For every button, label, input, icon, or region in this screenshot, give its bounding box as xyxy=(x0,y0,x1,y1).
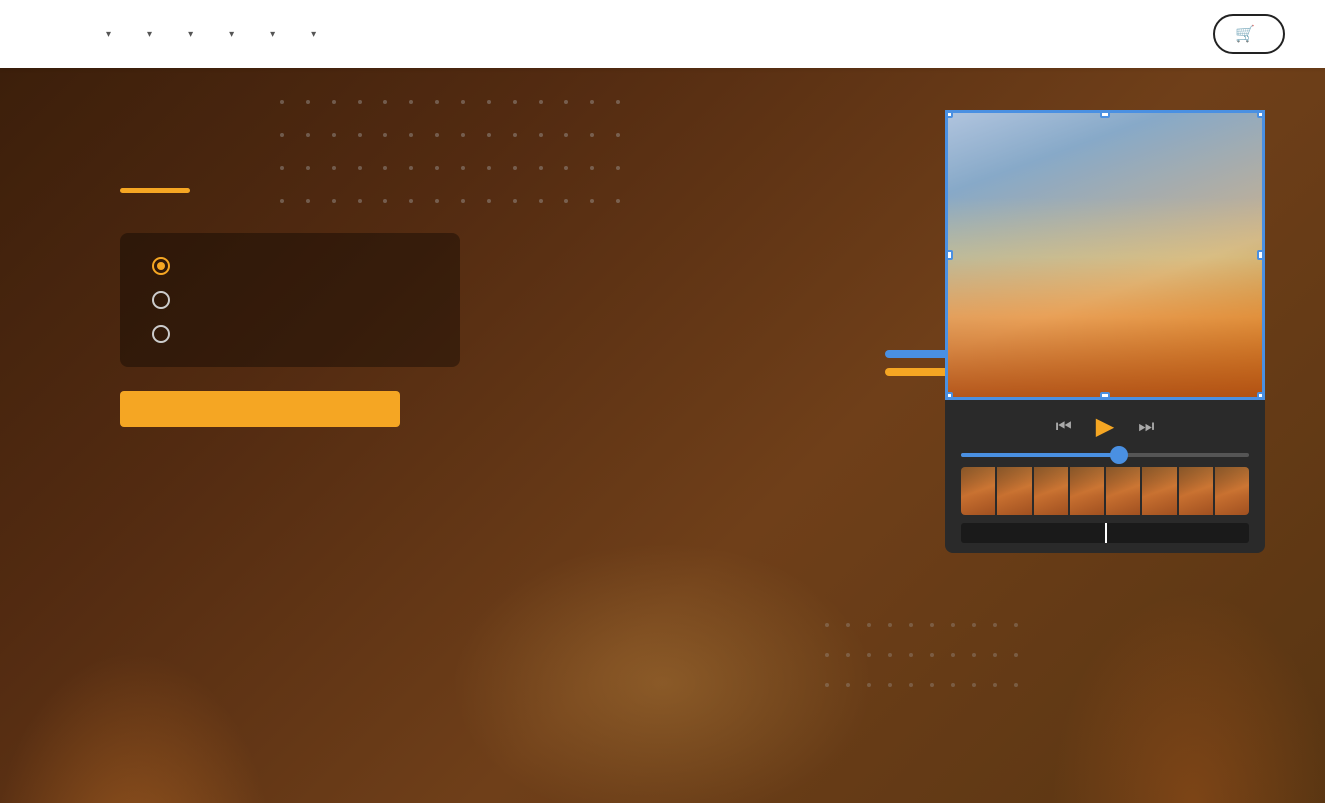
resize-handle-tl[interactable] xyxy=(945,110,953,118)
hero-section: const dp = document.querySelector('.dots… xyxy=(0,0,1325,803)
cart-icon: 🛒 xyxy=(1235,24,1255,44)
scrubber-thumb[interactable] xyxy=(1110,446,1128,464)
resize-handle-mr[interactable] xyxy=(1257,250,1265,260)
main-nav: ▾ ▾ ▾ ▾ ▾ ▾ xyxy=(88,20,1213,48)
player-panel: ⏮ ▶ ⏭ xyxy=(945,398,1265,553)
editor-preview: ⏮ ▶ ⏭ xyxy=(945,110,1265,553)
resize-handle-br[interactable] xyxy=(1257,392,1265,400)
nav-multimedia[interactable]: ▾ xyxy=(252,20,289,48)
buy-now-button[interactable] xyxy=(120,391,400,427)
frame-crowd xyxy=(948,197,1262,397)
scrubber-track[interactable] xyxy=(961,453,1249,457)
pricing-monthly[interactable] xyxy=(152,257,428,275)
scrubber-fill xyxy=(961,453,1119,457)
film-cell xyxy=(1034,467,1068,515)
preview-frame xyxy=(945,110,1265,400)
pricing-lifetime[interactable] xyxy=(152,325,428,343)
store-button[interactable]: 🛒 xyxy=(1213,14,1285,54)
chevron-down-icon: ▾ xyxy=(147,29,152,40)
audio-waveform xyxy=(961,523,1249,543)
player-controls: ⏮ ▶ ⏭ xyxy=(961,412,1249,441)
resize-handle-tr[interactable] xyxy=(1257,110,1265,118)
nav-recovery[interactable]: ▾ xyxy=(88,20,125,48)
film-cell xyxy=(961,467,995,515)
radio-yearly[interactable] xyxy=(152,291,170,309)
resize-handle-tm[interactable] xyxy=(1100,110,1110,118)
film-cell xyxy=(1179,467,1213,515)
film-cell xyxy=(1070,467,1104,515)
chevron-down-icon: ▾ xyxy=(229,29,234,40)
chevron-down-icon: ▾ xyxy=(311,29,316,40)
radio-monthly[interactable] xyxy=(152,257,170,275)
film-cell xyxy=(1142,467,1176,515)
chevron-down-icon: ▾ xyxy=(270,29,275,40)
prev-frame-button[interactable]: ⏮ xyxy=(1056,416,1072,437)
film-cell xyxy=(1215,467,1249,515)
nav-backup[interactable]: ▾ xyxy=(129,20,166,48)
chevron-down-icon: ▾ xyxy=(188,29,193,40)
nav-utilities[interactable]: ▾ xyxy=(293,20,330,48)
pricing-box xyxy=(120,233,460,367)
play-button[interactable]: ▶ xyxy=(1096,412,1114,441)
site-header: ▾ ▾ ▾ ▾ ▾ ▾ 🛒 xyxy=(0,0,1325,68)
film-cell xyxy=(997,467,1031,515)
playhead xyxy=(1105,523,1107,543)
chevron-down-icon: ▾ xyxy=(106,29,111,40)
hero-tagline xyxy=(120,128,760,172)
resize-handle-bl[interactable] xyxy=(945,392,953,400)
filmstrip xyxy=(961,467,1249,515)
next-frame-button[interactable]: ⏭ xyxy=(1138,416,1154,437)
resize-handle-bm[interactable] xyxy=(1100,392,1110,400)
radio-monthly-inner xyxy=(157,262,165,270)
dots-pattern-bottom: const dp2 = document.querySelector('.dot… xyxy=(825,623,1025,703)
film-cell xyxy=(1106,467,1140,515)
pricing-yearly[interactable] xyxy=(152,291,428,309)
nav-transfer[interactable]: ▾ xyxy=(211,20,248,48)
resize-handle-ml[interactable] xyxy=(945,250,953,260)
nav-partition[interactable]: ▾ xyxy=(170,20,207,48)
radio-lifetime[interactable] xyxy=(152,325,170,343)
hero-underline xyxy=(120,188,190,193)
